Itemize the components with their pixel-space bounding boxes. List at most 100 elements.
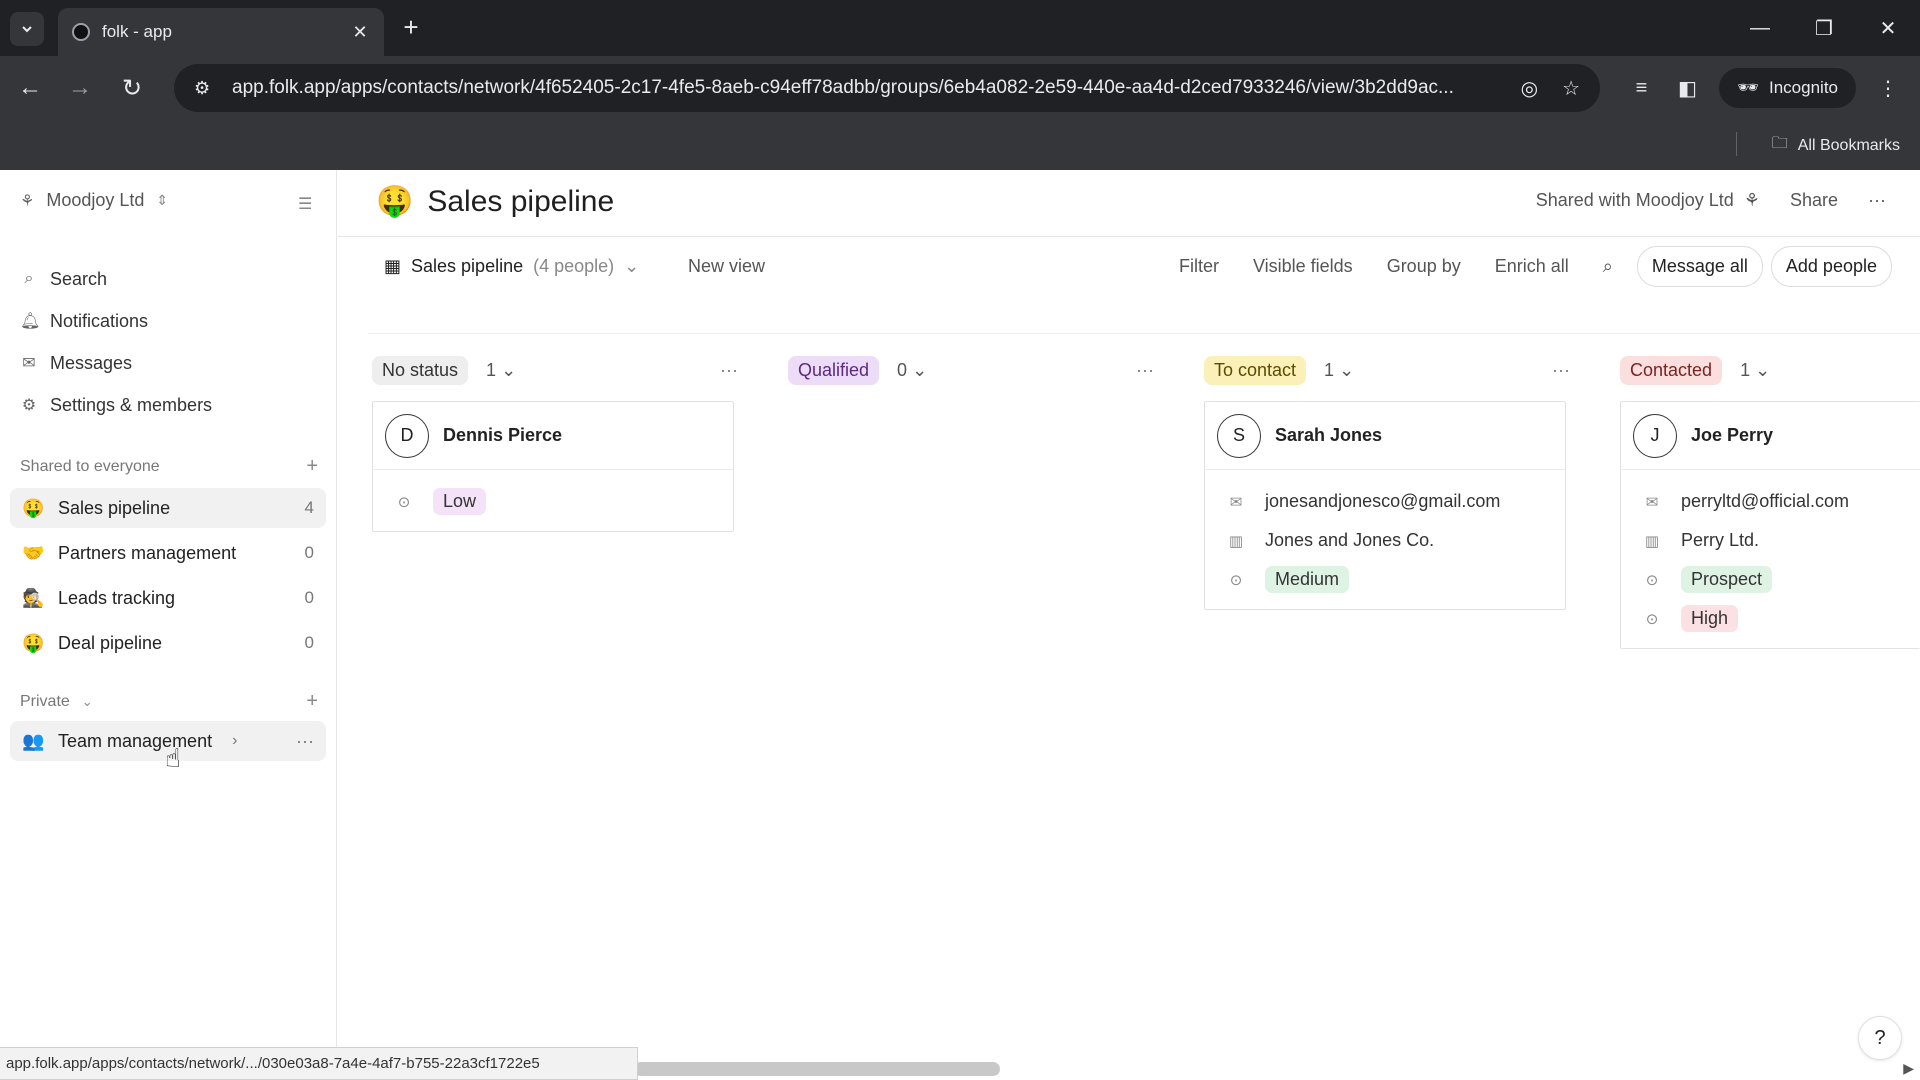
forward-button[interactable]: →	[62, 70, 98, 106]
avatar: D	[385, 413, 429, 458]
filter-button[interactable]: Filter	[1179, 256, 1219, 277]
column-count[interactable]: 1 ⌄	[1324, 360, 1354, 381]
column-count-value: 0	[897, 359, 908, 380]
restore-button[interactable]: ❐	[1792, 0, 1856, 56]
help-button[interactable]: ?	[1858, 1016, 1902, 1060]
reload-button[interactable]: ↻	[114, 70, 150, 106]
minimize-button[interactable]: —	[1728, 0, 1792, 56]
column-count[interactable]: 1 ⌄	[486, 360, 516, 381]
priority-tag[interactable]: Medium	[1265, 566, 1350, 593]
private-section-header: Private ⌄ +	[20, 690, 318, 713]
back-button[interactable]: ←	[12, 70, 48, 106]
column-more-icon[interactable]: ···	[1552, 360, 1570, 381]
sidebar-item-label: Settings & members	[50, 394, 213, 415]
scroll-right-arrow-icon[interactable]: ▶	[1903, 1060, 1914, 1077]
sidebar-item-deal-pipeline[interactable]: 🤑 Deal pipeline 0	[10, 623, 326, 663]
card-body: ✉ perryltd@official.com ▥ Perry Ltd. ⊙ P…	[1621, 470, 1920, 648]
more-options-icon[interactable]: ···	[296, 731, 314, 752]
chevron-down-icon[interactable]: ⌄	[82, 694, 93, 710]
company-value[interactable]: Perry Ltd.	[1681, 530, 1759, 551]
group-label: Partners management	[58, 542, 237, 563]
favicon-icon	[72, 23, 90, 41]
collapse-sidebar-icon[interactable]: ☰	[298, 194, 312, 214]
address-bar[interactable]: ⚙ app.folk.app/apps/contacts/network/4f6…	[174, 64, 1600, 112]
close-tab-icon[interactable]: ✕	[350, 22, 370, 43]
company-value[interactable]: Jones and Jones Co.	[1265, 530, 1434, 551]
scrollbar-thumb[interactable]	[634, 1062, 1000, 1076]
group-label: Sales pipeline	[58, 497, 171, 518]
side-panel-icon[interactable]: ◧	[1673, 76, 1701, 101]
all-bookmarks-button[interactable]: 🗀 All Bookmarks	[1772, 132, 1900, 159]
sidebar-item-sales-pipeline[interactable]: 🤑 Sales pipeline 4	[10, 488, 326, 528]
more-options-icon[interactable]: ···	[1868, 190, 1886, 211]
add-people-button[interactable]: Add people	[1770, 246, 1892, 287]
priority-tag[interactable]: Low	[433, 488, 487, 515]
bookmark-star-icon[interactable]: ☆	[1562, 76, 1580, 101]
sidebar-item-label: Search	[50, 268, 108, 289]
add-shared-group-icon[interactable]: +	[306, 455, 318, 478]
status-pill[interactable]: Contacted	[1620, 355, 1723, 385]
main-content: 🤑 Sales pipeline Shared with Moodjoy Ltd…	[338, 170, 1920, 1080]
incognito-label: Incognito	[1769, 78, 1838, 97]
eye-off-icon[interactable]: ◎	[1521, 76, 1538, 101]
sidebar-item-label: Notifications	[50, 310, 149, 331]
site-settings-icon[interactable]: ⚙	[194, 78, 216, 99]
incognito-badge[interactable]: 🕶 Incognito	[1719, 68, 1856, 108]
group-label: Deal pipeline	[58, 632, 163, 653]
card-body: ⊙ Low	[373, 470, 733, 531]
stage-tag[interactable]: Prospect	[1681, 566, 1773, 593]
shared-with-indicator[interactable]: Shared with Moodjoy Ltd ⚘	[1536, 190, 1760, 211]
column-more-icon[interactable]: ···	[720, 360, 738, 381]
email-value[interactable]: jonesandjonesco@gmail.com	[1265, 491, 1500, 512]
email-value[interactable]: perryltd@official.com	[1681, 491, 1849, 512]
contact-card[interactable]: D Dennis Pierce ⊙ Low	[372, 401, 734, 532]
workspace-name: Moodjoy Ltd	[46, 190, 145, 210]
tab-search-button[interactable]	[10, 12, 44, 46]
media-control-icon[interactable]: ≡	[1627, 77, 1655, 100]
visible-fields-button[interactable]: Visible fields	[1253, 256, 1353, 277]
sidebar: ⚘ Moodjoy Ltd ⇕ ☰ ⌕ Search 🔔︎ Notificati…	[0, 170, 337, 1080]
status-pill[interactable]: Qualified	[788, 355, 880, 385]
status-select-icon: ⊙	[1229, 571, 1243, 589]
workspace-switcher[interactable]: ⚘ Moodjoy Ltd ⇕	[20, 190, 168, 211]
search-icon[interactable]: ⌕	[1603, 256, 1613, 277]
contact-name[interactable]: Joe Perry	[1691, 425, 1773, 446]
page-title-text: Sales pipeline	[427, 184, 615, 218]
column-more-icon[interactable]: ···	[1136, 360, 1154, 381]
sidebar-item-search[interactable]: ⌕ Search	[20, 258, 212, 300]
chevron-right-icon[interactable]: ›	[232, 732, 237, 750]
more-menu-icon[interactable]: ⋮	[1874, 76, 1902, 101]
new-view-button[interactable]: New view	[688, 256, 765, 277]
url-text[interactable]: app.folk.app/apps/contacts/network/4f652…	[232, 77, 1521, 99]
browser-tab[interactable]: folk - app ✕	[58, 8, 384, 56]
sidebar-item-leads-tracking[interactable]: 🕵 Leads tracking 0	[10, 578, 326, 618]
tab-title: folk - app	[102, 22, 172, 41]
card-header: J Joe Perry	[1621, 402, 1920, 470]
sidebar-item-messages[interactable]: ✉ Messages	[20, 342, 212, 384]
contact-card[interactable]: J Joe Perry ✉ perryltd@official.com ▥ Pe…	[1620, 401, 1920, 649]
close-window-button[interactable]: ✕	[1856, 0, 1920, 56]
status-pill[interactable]: No status	[372, 355, 469, 385]
message-all-button[interactable]: Message all	[1636, 246, 1763, 287]
column-count[interactable]: 0 ⌄	[897, 360, 927, 381]
share-button[interactable]: Share	[1790, 190, 1838, 211]
add-private-group-icon[interactable]: +	[306, 690, 318, 713]
group-label: Leads tracking	[58, 587, 176, 608]
priority-tag[interactable]: High	[1681, 605, 1739, 632]
enrich-all-button[interactable]: Enrich all	[1495, 256, 1569, 277]
contact-name[interactable]: Dennis Pierce	[443, 425, 562, 446]
email-field: ✉ jonesandjonesco@gmail.com	[1227, 482, 1553, 521]
status-pill[interactable]: To contact	[1204, 355, 1307, 385]
mail-icon: ✉	[22, 355, 36, 372]
contact-name[interactable]: Sarah Jones	[1275, 425, 1382, 446]
new-tab-button[interactable]: +	[398, 14, 424, 40]
column-count[interactable]: 1 ⌄	[1740, 360, 1770, 381]
sidebar-item-partners-management[interactable]: 🤝 Partners management 0	[10, 533, 326, 573]
view-selector[interactable]: ▦ Sales pipeline (4 people) ⌄	[384, 256, 639, 277]
sidebar-item-notifications[interactable]: 🔔︎ Notifications	[20, 300, 212, 342]
sidebar-item-settings[interactable]: ⚙ Settings & members	[20, 384, 212, 426]
chevron-down-icon: ⌄	[624, 256, 640, 276]
browser-toolbar: ← → ↻ ⚙ app.folk.app/apps/contacts/netwo…	[0, 56, 1920, 120]
contact-card[interactable]: S Sarah Jones ✉ jonesandjonesco@gmail.co…	[1204, 401, 1566, 610]
group-by-button[interactable]: Group by	[1387, 256, 1461, 277]
